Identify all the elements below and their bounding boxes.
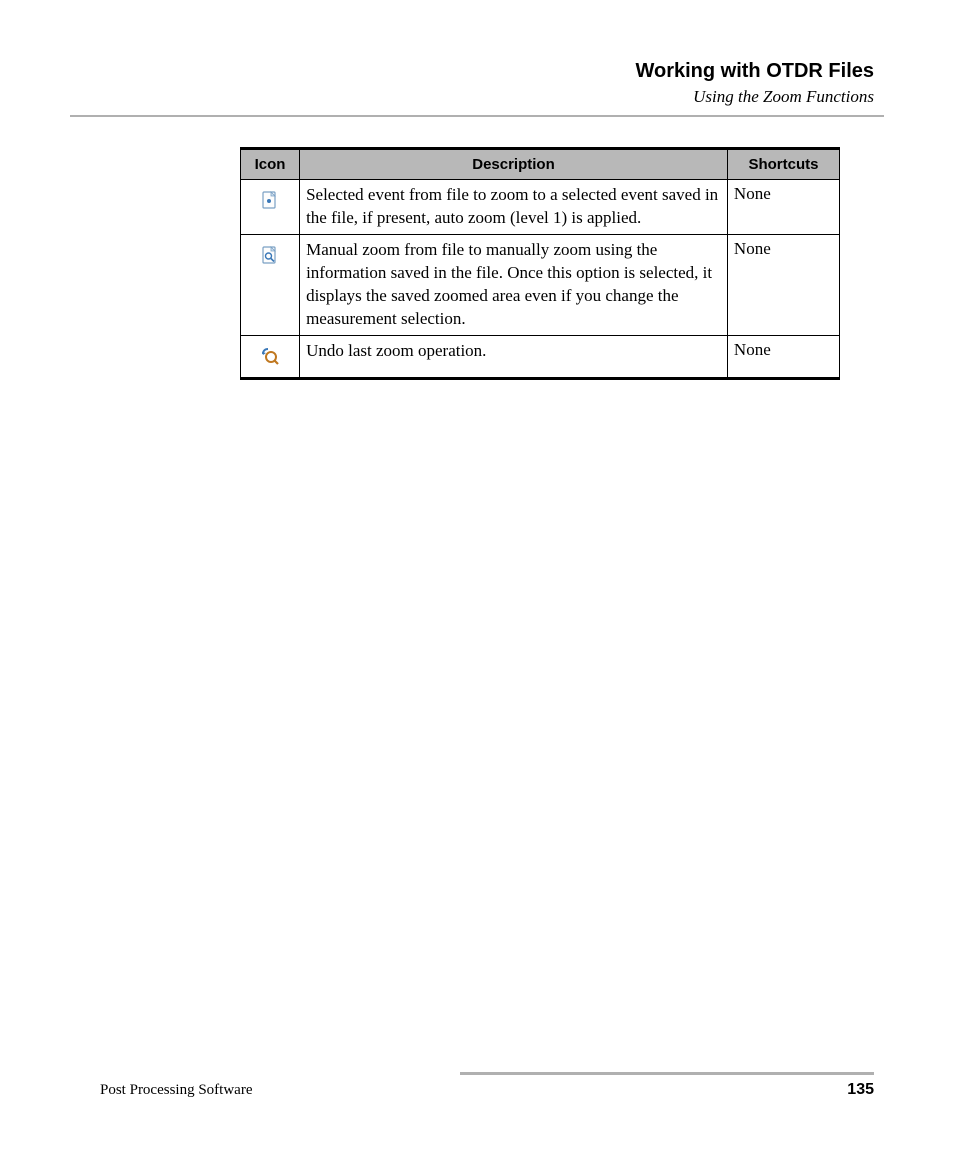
shortcut-cell: None: [727, 335, 839, 378]
description-cell: Manual zoom from file to manually zoom u…: [300, 234, 728, 335]
footer-product: Post Processing Software: [100, 1082, 253, 1099]
table-header-row: Icon Description Shortcuts: [241, 149, 840, 180]
table-row: Selected event from file to zoom to a se…: [241, 180, 840, 235]
section-title: Using the Zoom Functions: [70, 87, 874, 107]
icon-cell: [241, 335, 300, 378]
icon-cell: [241, 180, 300, 235]
footer-page-number: 135: [847, 1081, 874, 1099]
footer-rule: [460, 1072, 874, 1075]
page-footer: Post Processing Software 135: [100, 1072, 874, 1099]
icon-cell: [241, 234, 300, 335]
page-header: Working with OTDR Files Using the Zoom F…: [70, 60, 884, 107]
table-row: Undo last zoom operation. None: [241, 335, 840, 378]
file-event-icon: [260, 190, 280, 210]
col-header-description: Description: [300, 149, 728, 180]
shortcut-cell: None: [727, 180, 839, 235]
col-header-shortcuts: Shortcuts: [727, 149, 839, 180]
header-rule: [70, 115, 884, 117]
zoom-functions-table: Icon Description Shortcuts Selected even…: [240, 147, 840, 380]
table-row: Manual zoom from file to manually zoom u…: [241, 234, 840, 335]
undo-zoom-icon: [260, 346, 280, 366]
chapter-title: Working with OTDR Files: [70, 60, 874, 83]
shortcut-cell: None: [727, 234, 839, 335]
col-header-icon: Icon: [241, 149, 300, 180]
file-zoom-icon: [260, 245, 280, 265]
description-cell: Selected event from file to zoom to a se…: [300, 180, 728, 235]
description-cell: Undo last zoom operation.: [300, 335, 728, 378]
